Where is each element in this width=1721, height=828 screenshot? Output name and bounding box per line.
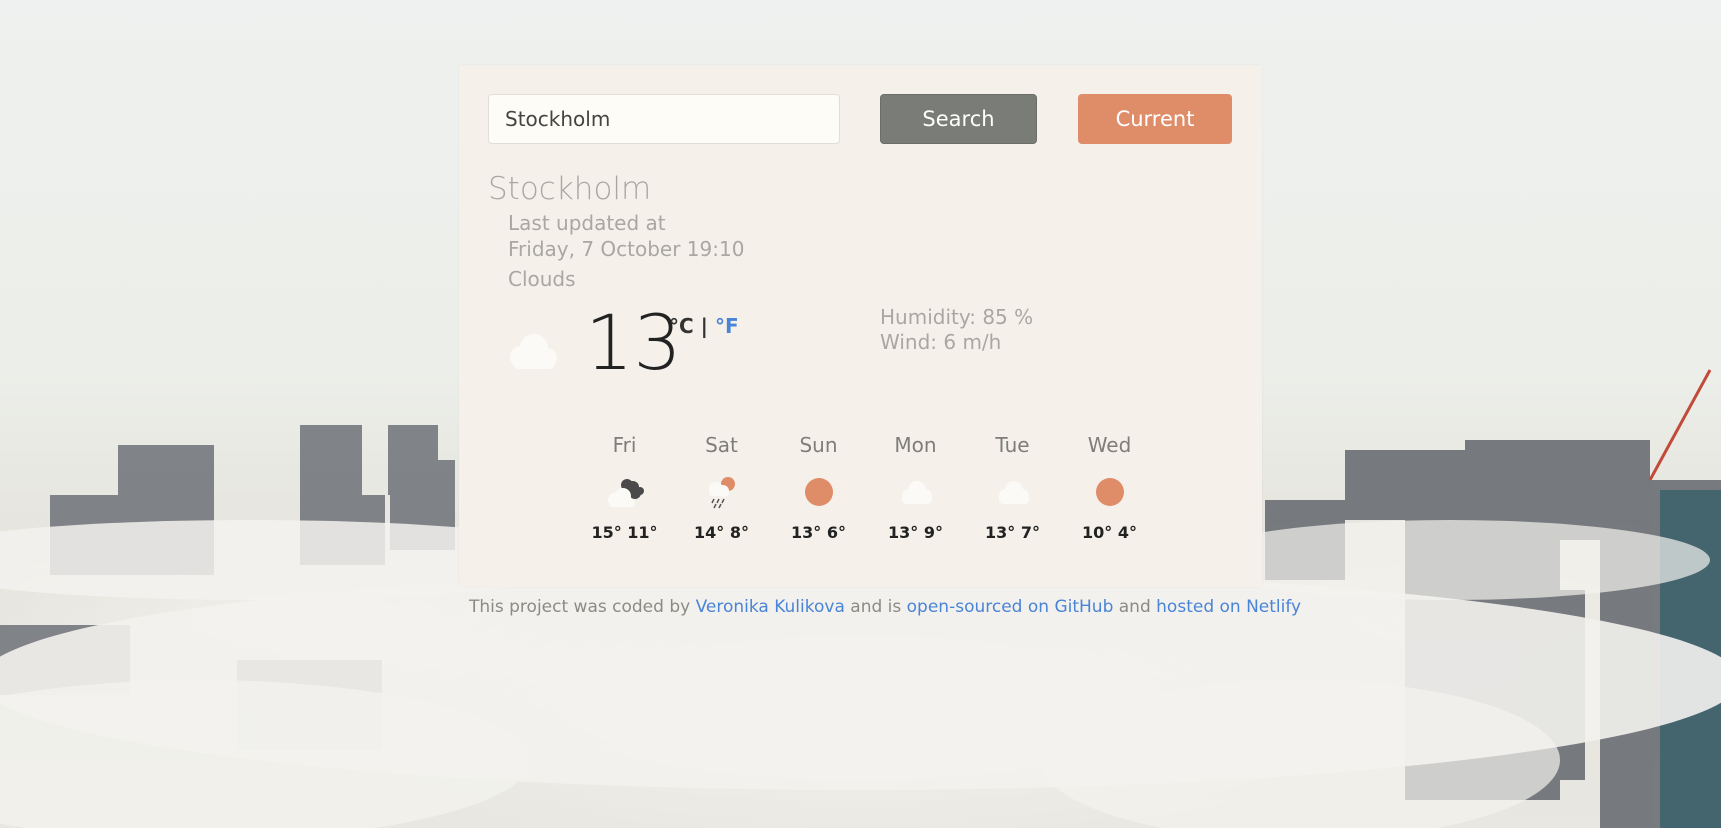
forecast-day-name: Sat (705, 433, 738, 457)
forecast: Fri 15° 11° Sat 14° 8° Sun 13° 6° Mon 13… (576, 433, 1158, 542)
footer-text: and is (844, 597, 907, 617)
forecast-day: Wed 10° 4° (1061, 433, 1158, 542)
search-button[interactable]: Search (880, 94, 1037, 144)
wind: Wind: 6 m/h (880, 330, 1002, 354)
forecast-day: Sat 14° 8° (673, 433, 770, 542)
forecast-temps: 14° 8° (694, 523, 749, 542)
forecast-temps: 10° 4° (1082, 523, 1137, 542)
unit-separator: | (700, 314, 708, 338)
forecast-day: Fri 15° 11° (576, 433, 673, 542)
weather-details: Humidity: 85 % Wind: 6 m/h (880, 305, 1033, 355)
cloud-icon (901, 481, 932, 504)
last-updated-time: Friday, 7 October 19:10 (508, 237, 745, 261)
author-link[interactable]: Veronika Kulikova (696, 597, 845, 617)
cloud-icon (510, 334, 557, 369)
last-updated: Last updated at Friday, 7 October 19:10 (508, 210, 744, 262)
forecast-day: Sun 13° 6° (770, 433, 867, 542)
rain-sun-icon (708, 477, 735, 509)
city-search-input[interactable] (488, 94, 840, 144)
netlify-link[interactable]: hosted on Netlify (1156, 597, 1301, 617)
unit-toggle: °C | °F (669, 314, 739, 338)
forecast-day: Mon 13° 9° (867, 433, 964, 542)
forecast-temps: 13° 9° (888, 523, 943, 542)
current-temperature: 13 (585, 298, 682, 387)
weather-description: Clouds (508, 267, 576, 291)
forecast-day-name: Fri (612, 433, 637, 457)
forecast-day-name: Wed (1087, 433, 1132, 457)
footer: This project was coded by Veronika Kulik… (469, 597, 1301, 617)
sun-icon (804, 478, 833, 506)
broken-clouds-icon (607, 479, 644, 507)
forecast-day-name: Mon (894, 433, 937, 457)
current-location-button[interactable]: Current (1078, 94, 1232, 144)
forecast-day: Tue 13° 7° (964, 433, 1061, 542)
weather-card: Search Current Stockholm Last updated at… (459, 65, 1262, 587)
humidity: Humidity: 85 % (880, 305, 1034, 329)
forecast-day-name: Tue (995, 433, 1030, 457)
celsius-link[interactable]: °C (669, 314, 694, 338)
forecast-temps: 13° 6° (791, 523, 846, 542)
footer-text: This project was coded by (469, 597, 696, 617)
forecast-temps: 13° 7° (985, 523, 1040, 542)
last-updated-label: Last updated at (508, 211, 666, 235)
forecast-day-name: Sun (799, 433, 838, 457)
fahrenheit-link[interactable]: °F (715, 314, 739, 338)
github-link[interactable]: open-sourced on GitHub (907, 597, 1114, 617)
footer-text: and (1113, 597, 1157, 617)
forecast-temps: 15° 11° (591, 523, 658, 542)
sun-icon (1095, 478, 1124, 506)
city-name: Stockholm (488, 171, 652, 207)
cloud-icon (998, 481, 1029, 504)
